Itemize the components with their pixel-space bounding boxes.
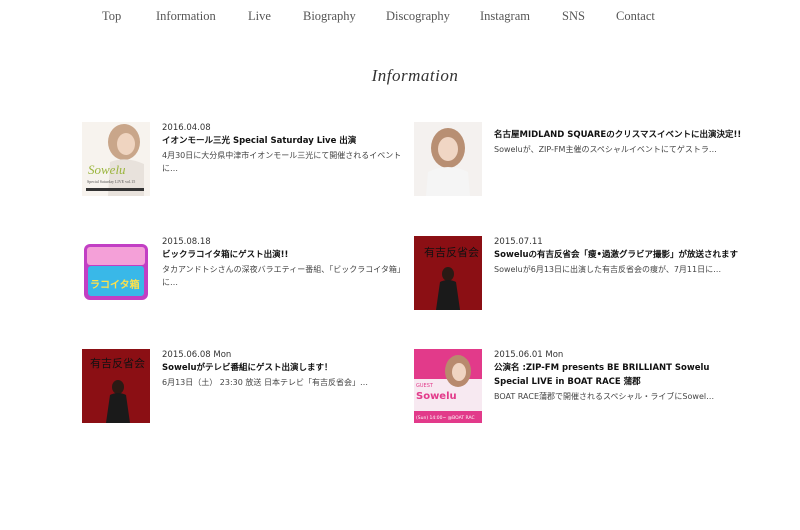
post-thumbnail[interactable]: 有吉反省会 — [414, 236, 482, 310]
post-excerpt: BOAT RACE蒲郡で開催されるスペシャル・ライブにSowel… — [494, 392, 715, 401]
post-item[interactable]: 名古屋MIDLAND SQUAREのクリスマスイベントに出演決定!! Sowel… — [414, 122, 744, 202]
post-thumbnail[interactable]: GUEST Sowelu (Sun) 14:00~ @BOAT RAC — [414, 349, 482, 423]
thumb-sub-text: GUEST — [416, 383, 434, 389]
nav-discography[interactable]: Discography — [386, 9, 450, 24]
nav-instagram[interactable]: Instagram — [480, 9, 530, 24]
post-thumbnail[interactable]: ラコイタ箱 — [82, 236, 150, 310]
thumb-foot-text: (Sun) 14:00~ @BOAT RAC — [416, 415, 475, 421]
post-date: 2015.07.11 — [494, 237, 543, 247]
post-date: 2016.04.08 — [162, 123, 211, 133]
nav-information[interactable]: Information — [156, 9, 216, 24]
post-item[interactable]: ラコイタ箱 2015.08.18 ビックラコイタ箱にゲスト出演!! タカアンドト… — [82, 236, 412, 316]
nav-top[interactable]: Top — [102, 9, 121, 24]
post-title[interactable]: Soweluがテレビ番組にゲスト出演します！ — [162, 361, 412, 375]
post-title[interactable]: 名古屋MIDLAND SQUAREのクリスマスイベントに出演決定!! — [494, 128, 744, 142]
post-title[interactable]: Soweluの有吉反省会「痩•過激グラビア撮影」が放送されます — [494, 248, 744, 262]
top-navigation: Top Information Live Biography Discograp… — [0, 0, 800, 34]
thumb-sub-text: Special Saturday LIVE vol.15 — [87, 179, 135, 184]
nav-contact[interactable]: Contact — [616, 9, 655, 24]
thumb-logo-text: Sowelu — [88, 162, 126, 177]
post-excerpt: Soweluが、ZIP-FM主催のスペシャルイベントにてゲストラ… — [494, 145, 717, 154]
post-excerpt: タカアンドトシさんの深夜バラエティー番組、「ビックラコイタ箱」に… — [162, 265, 405, 287]
thumb-logo-text: 有吉反省会 — [90, 356, 145, 370]
section-title: Information — [371, 66, 459, 85]
post-thumbnail[interactable] — [414, 122, 482, 196]
post-title[interactable]: 公演名 :ZIP-FM presents BE BRILLIANT Sowelu… — [494, 361, 744, 389]
post-item[interactable]: GUEST Sowelu (Sun) 14:00~ @BOAT RAC 2015… — [414, 349, 744, 429]
post-item[interactable]: 有吉反省会 2015.06.08 Mon Soweluがテレビ番組にゲスト出演し… — [82, 349, 412, 429]
thumb-logo-text: ラコイタ箱 — [90, 278, 140, 291]
post-excerpt: 4月30日に大分県中津市イオンモール三光にて開催されるイベントに… — [162, 151, 402, 173]
post-thumbnail[interactable]: 有吉反省会 — [82, 349, 150, 423]
post-thumbnail[interactable]: Sowelu Special Saturday LIVE vol.15 — [82, 122, 150, 196]
post-date: 2015.06.01 Mon — [494, 350, 564, 360]
nav-live[interactable]: Live — [248, 9, 271, 24]
post-date: 2015.06.08 Mon — [162, 350, 232, 360]
post-excerpt: 6月13日（土） 23:30 放送 日本テレビ「有吉反省会」… — [162, 378, 368, 387]
post-date: 2015.08.18 — [162, 237, 211, 247]
nav-biography[interactable]: Biography — [303, 9, 356, 24]
post-item[interactable]: Sowelu Special Saturday LIVE vol.15 2016… — [82, 122, 412, 202]
post-title[interactable]: ビックラコイタ箱にゲスト出演!! — [162, 248, 412, 262]
post-item[interactable]: 有吉反省会 2015.07.11 Soweluの有吉反省会「痩•過激グラビア撮影… — [414, 236, 744, 316]
nav-sns[interactable]: SNS — [562, 9, 585, 24]
thumb-logo-text: 有吉反省会 — [424, 245, 479, 259]
post-title[interactable]: イオンモール三光 Special Saturday Live 出演 — [162, 134, 412, 148]
thumb-logo-text: Sowelu — [416, 391, 457, 402]
post-excerpt: Soweluが6月13日に出演した有吉反省会の痩が、7月11日に… — [494, 265, 722, 274]
